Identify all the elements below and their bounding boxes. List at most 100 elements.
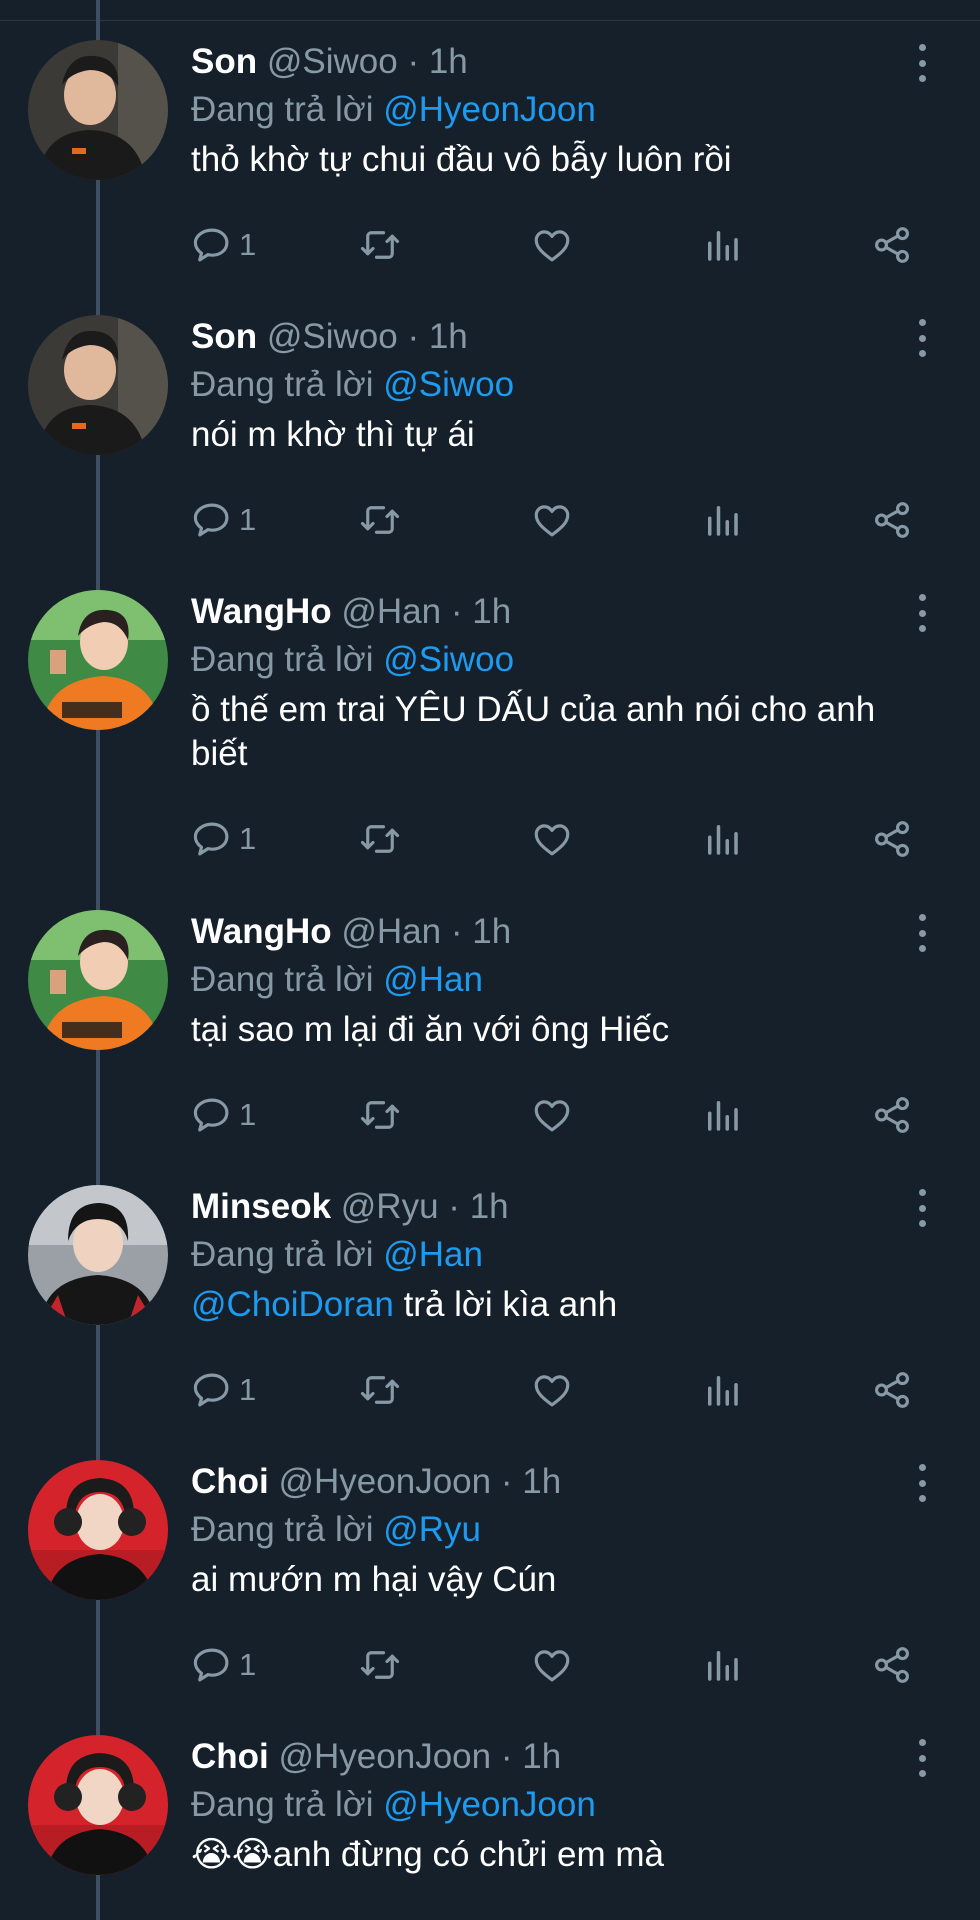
- display-name[interactable]: Son: [191, 42, 257, 81]
- comment-icon: [193, 503, 229, 537]
- tweet-text: ai mướn m hại vậy Cún: [191, 1560, 557, 1599]
- share-button[interactable]: [871, 1367, 913, 1413]
- replying-to-mention[interactable]: @Ryu: [383, 1510, 481, 1549]
- separator-dot: ·: [448, 1187, 460, 1226]
- replying-to-mention[interactable]: @Siwoo: [383, 640, 514, 679]
- more-vertical-icon[interactable]: [905, 914, 939, 952]
- like-button[interactable]: [531, 222, 573, 268]
- like-button[interactable]: [531, 1092, 573, 1138]
- share-icon: [875, 502, 909, 538]
- replying-to-mention[interactable]: @HyeonJoon: [383, 90, 596, 129]
- avatar-wangho[interactable]: [28, 910, 168, 1050]
- text-mention[interactable]: @ChoiDoran: [191, 1285, 394, 1324]
- crying-emoji: 😭😭: [191, 1835, 273, 1874]
- retweet-button[interactable]: [359, 222, 401, 268]
- separator-dot: ·: [407, 317, 420, 356]
- display-name[interactable]: Son: [191, 317, 257, 356]
- avatar-minseok[interactable]: [28, 1185, 168, 1325]
- like-button[interactable]: [531, 1642, 573, 1688]
- timestamp[interactable]: 1h: [470, 1187, 509, 1226]
- tweet-header: Choi @HyeonJoon · 1h: [191, 1735, 561, 1779]
- separator-dot: ·: [450, 912, 463, 951]
- avatar-son[interactable]: [28, 315, 168, 455]
- user-handle[interactable]: @Han: [341, 912, 441, 951]
- share-button[interactable]: [871, 222, 913, 268]
- tweet[interactable]: Son @Siwoo · 1h Đang trả lời @HyeonJoon …: [0, 0, 980, 275]
- more-vertical-icon[interactable]: [905, 319, 939, 357]
- tweet[interactable]: Son @Siwoo · 1h Đang trả lời @Siwoo nói …: [0, 275, 980, 550]
- display-name[interactable]: Choi: [191, 1737, 269, 1776]
- views-button[interactable]: [701, 222, 743, 268]
- tweet[interactable]: Choi @HyeonJoon · 1h Đang trả lời @Hyeon…: [0, 1695, 980, 1920]
- heart-icon: [534, 505, 570, 537]
- avatar-choi[interactable]: [28, 1460, 168, 1600]
- tweet[interactable]: WangHo @Han · 1h Đang trả lời @Han tại s…: [0, 870, 980, 1145]
- display-name[interactable]: Choi: [191, 1462, 269, 1501]
- more-vertical-icon[interactable]: [905, 1189, 939, 1227]
- user-handle[interactable]: @Ryu: [341, 1187, 439, 1226]
- views-button[interactable]: [701, 1642, 743, 1688]
- user-handle[interactable]: @HyeonJoon: [279, 1462, 492, 1501]
- more-vertical-icon[interactable]: [905, 44, 939, 82]
- user-handle[interactable]: @Siwoo: [267, 42, 398, 81]
- timestamp[interactable]: 1h: [472, 912, 511, 951]
- reply-button[interactable]: 1: [191, 816, 256, 862]
- views-button[interactable]: [701, 497, 743, 543]
- like-button[interactable]: [531, 1367, 573, 1413]
- avatar-son[interactable]: [28, 40, 168, 180]
- display-name[interactable]: Minseok: [191, 1187, 331, 1226]
- share-button[interactable]: [871, 497, 913, 543]
- views-icon: [708, 1376, 738, 1406]
- more-vertical-icon[interactable]: [905, 594, 939, 632]
- avatar-choi[interactable]: [28, 1735, 168, 1875]
- retweet-button[interactable]: [359, 1642, 401, 1688]
- avatar-wangho[interactable]: [28, 590, 168, 730]
- reply-count: 1: [239, 821, 257, 856]
- timestamp[interactable]: 1h: [522, 1462, 561, 1501]
- like-button[interactable]: [531, 497, 573, 543]
- tweet[interactable]: Choi @HyeonJoon · 1h Đang trả lời @Ryu a…: [0, 1420, 980, 1695]
- user-handle[interactable]: @Siwoo: [267, 317, 398, 356]
- display-name[interactable]: WangHo: [191, 592, 332, 631]
- tweet-text: nói m khờ thì tự ái: [191, 415, 475, 454]
- timestamp[interactable]: 1h: [429, 317, 468, 356]
- reply-button[interactable]: 1: [191, 1367, 256, 1413]
- views-button[interactable]: [701, 1367, 743, 1413]
- like-button[interactable]: [531, 816, 573, 862]
- reply-button[interactable]: 1: [191, 1642, 256, 1688]
- display-name[interactable]: WangHo: [191, 912, 332, 951]
- replying-to: Đang trả lời @Han: [191, 958, 483, 1002]
- tweet[interactable]: WangHo @Han · 1h Đang trả lời @Siwoo ồ t…: [0, 550, 980, 870]
- more-vertical-icon[interactable]: [905, 1464, 939, 1502]
- tweet-header: WangHo @Han · 1h: [191, 590, 511, 634]
- retweet-icon: [360, 1376, 400, 1404]
- retweet-button[interactable]: [359, 1092, 401, 1138]
- replying-to-mention[interactable]: @Han: [383, 1235, 483, 1274]
- user-handle[interactable]: @Han: [341, 592, 441, 631]
- timestamp[interactable]: 1h: [522, 1737, 561, 1776]
- retweet-icon: [360, 1651, 400, 1679]
- views-button[interactable]: [701, 1092, 743, 1138]
- timestamp[interactable]: 1h: [429, 42, 468, 81]
- retweet-button[interactable]: [359, 1367, 401, 1413]
- tweet-text: @ChoiDoran trả lời kìa anh: [191, 1283, 931, 1327]
- retweet-button[interactable]: [359, 816, 401, 862]
- replying-to-mention[interactable]: @HyeonJoon: [383, 1785, 596, 1824]
- share-button[interactable]: [871, 1642, 913, 1688]
- more-vertical-icon[interactable]: [905, 1739, 939, 1777]
- user-handle[interactable]: @HyeonJoon: [279, 1737, 492, 1776]
- timestamp[interactable]: 1h: [472, 592, 511, 631]
- share-button[interactable]: [871, 1092, 913, 1138]
- reply-button[interactable]: 1: [191, 222, 256, 268]
- views-button[interactable]: [701, 816, 743, 862]
- retweet-button[interactable]: [359, 497, 401, 543]
- share-icon: [875, 1372, 909, 1408]
- replying-to-label: Đang trả lời: [191, 1785, 374, 1824]
- tweet[interactable]: Minseok @Ryu · 1h Đang trả lời @Han @Cho…: [0, 1145, 980, 1420]
- tweet-header: Choi @HyeonJoon · 1h: [191, 1460, 561, 1504]
- replying-to-mention[interactable]: @Siwoo: [383, 365, 514, 404]
- reply-button[interactable]: 1: [191, 497, 256, 543]
- reply-button[interactable]: 1: [191, 1092, 256, 1138]
- replying-to-mention[interactable]: @Han: [383, 960, 483, 999]
- share-button[interactable]: [871, 816, 913, 862]
